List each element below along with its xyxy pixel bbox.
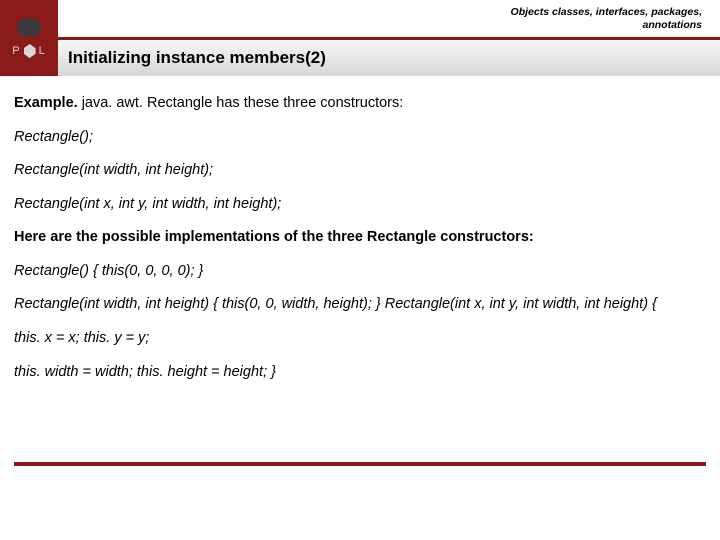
breadcrumb-line2: annotations	[511, 19, 702, 32]
logo-letters: P L	[12, 44, 45, 58]
logo-emblem-icon	[17, 18, 41, 36]
constructor-sig-1: Rectangle();	[14, 128, 706, 148]
constructor-sig-3: Rectangle(int x, int y, int width, int h…	[14, 195, 706, 215]
implementation-2: Rectangle(int width, int height) { this(…	[14, 295, 706, 315]
implementation-4: this. width = width; this. height = heig…	[14, 363, 706, 383]
breadcrumb: Objects classes, interfaces, packages, a…	[511, 6, 702, 32]
title-bar: Initializing instance members(2)	[58, 40, 720, 76]
footer-divider	[14, 462, 706, 466]
implementation-3: this. x = x; this. y = y;	[14, 329, 706, 349]
implementations-heading: Here are the possible implementations of…	[14, 228, 706, 248]
shield-icon	[24, 44, 36, 58]
breadcrumb-line1: Objects classes, interfaces, packages,	[511, 6, 702, 19]
institution-logo: P L	[0, 0, 58, 76]
example-text: java. awt. Rectangle has these three con…	[78, 95, 404, 111]
example-lead: Example. java. awt. Rectangle has these …	[14, 94, 706, 114]
logo-letter-left: P	[12, 45, 20, 57]
slide-content: Example. java. awt. Rectangle has these …	[0, 76, 720, 382]
implementation-1: Rectangle() { this(0, 0, 0, 0); }	[14, 262, 706, 282]
page-title: Initializing instance members(2)	[68, 48, 326, 68]
constructor-sig-2: Rectangle(int width, int height);	[14, 161, 706, 181]
example-label: Example.	[14, 95, 78, 111]
slide-header: P L Objects classes, interfaces, package…	[0, 0, 720, 76]
logo-letter-right: L	[39, 45, 46, 57]
